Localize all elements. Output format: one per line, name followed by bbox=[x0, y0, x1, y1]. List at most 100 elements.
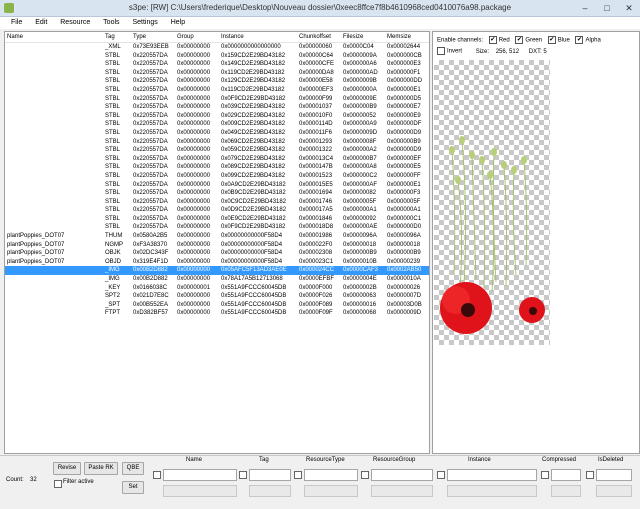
table-row[interactable]: STBL 0x220557DA 0x00000000 0x009CD2E29BD431… bbox=[5, 120, 429, 129]
filter-tag-input[interactable] bbox=[249, 469, 291, 481]
cell-memsize: 0x00000026 bbox=[387, 284, 421, 291]
table-row[interactable]: STBL 0x220557DA 0x00000000 0x069CD2E29BD431… bbox=[5, 138, 429, 147]
cell-type: 0x220557DA bbox=[133, 198, 168, 205]
table-row[interactable]: STBL 0x220557DA 0x00000000 0x0D9CD2E29BD431… bbox=[5, 206, 429, 215]
col-header-filesize[interactable]: Filesize bbox=[341, 32, 385, 42]
filter-isdeleted-input[interactable] bbox=[596, 469, 632, 481]
green-channel-checkbox[interactable]: ✔ bbox=[515, 36, 524, 44]
filter-compressed-value[interactable] bbox=[551, 485, 581, 497]
table-row[interactable]: STBL 0x220557DA 0x00000000 0x059CD2E29BD431… bbox=[5, 146, 429, 155]
image-info-row: Invert Size: 256, 512 DXT: 5 bbox=[437, 47, 547, 55]
cell-type: 0x0580A2B5 bbox=[133, 233, 168, 240]
table-row[interactable]: _XML 0x73E93EEB 0x00000000 0x00000000000000… bbox=[5, 43, 429, 52]
col-header-name[interactable]: Name bbox=[5, 32, 103, 42]
table-row[interactable]: plantPoppies_DOT07 OBJK 0x02DC343F 0x000000… bbox=[5, 249, 429, 258]
col-header-memsize[interactable]: Memsize bbox=[385, 32, 429, 42]
cell-tag: STBL bbox=[105, 207, 121, 214]
filter-type-input[interactable] bbox=[304, 469, 358, 481]
table-row[interactable]: _IMG 0x00B2D882 0x00000000 0x78A17A5B127130… bbox=[5, 275, 429, 284]
table-row[interactable]: FTPT 0xD382BF57 0x00000000 0x551A9FCCC60045… bbox=[5, 309, 429, 318]
cell-instance: 0x0A9CD2E29BD43182 bbox=[221, 181, 286, 188]
table-row[interactable]: STBL 0x220557DA 0x00000000 0x099CD2E29BD431… bbox=[5, 172, 429, 181]
table-row[interactable]: STBL 0x220557DA 0x00000000 0x039CD2E29BD431… bbox=[5, 103, 429, 112]
table-row[interactable]: STBL 0x220557DA 0x00000000 0x049CD2E29BD431… bbox=[5, 129, 429, 138]
table-row[interactable]: STBL 0x220557DA 0x00000000 0x129CD2E29BD431… bbox=[5, 77, 429, 86]
menu-tools[interactable]: Tools bbox=[103, 17, 119, 29]
paste-rk-button[interactable]: Paste RK bbox=[84, 462, 118, 475]
table-row[interactable]: STBL 0x220557DA 0x00000000 0x119CD2E29BD431… bbox=[5, 69, 429, 78]
cell-filesize: 0x00000092 bbox=[343, 215, 377, 222]
filter-compressed-checkbox[interactable] bbox=[541, 471, 549, 479]
table-row[interactable]: STBL 0x220557DA 0x00000000 0x079CD2E29BD431… bbox=[5, 155, 429, 164]
menu-settings[interactable]: Settings bbox=[132, 17, 157, 29]
filter-tag-value[interactable] bbox=[249, 485, 291, 497]
cell-group: 0x00000000 bbox=[177, 95, 211, 102]
table-row[interactable]: STBL 0x220557DA 0x00000000 0x159CD2E29BD431… bbox=[5, 52, 429, 61]
cell-filesize: 0x000000B9 bbox=[343, 104, 377, 111]
table-row[interactable]: plantPoppies_DOT07 NGMP 0xF3A38370 0x000000… bbox=[5, 241, 429, 250]
filter-name-checkbox[interactable] bbox=[153, 471, 161, 479]
qbe-button[interactable]: QBE bbox=[122, 462, 144, 475]
table-row[interactable]: STBL 0x220557DA 0x00000000 0x089CD2E29BD431… bbox=[5, 163, 429, 172]
filter-active-checkbox[interactable] bbox=[54, 480, 62, 488]
filter-instance-value[interactable] bbox=[447, 485, 537, 497]
filter-isdeleted-value[interactable] bbox=[596, 485, 632, 497]
filter-type-checkbox[interactable] bbox=[294, 471, 302, 479]
filter-instance-checkbox[interactable] bbox=[437, 471, 445, 479]
cell-instance: 0x00000000000F58D4 bbox=[221, 233, 283, 240]
table-row[interactable]: _SPT 0x00B552EA 0x00000000 0x551A9FCCC60045… bbox=[5, 301, 429, 310]
filter-group-input[interactable] bbox=[371, 469, 433, 481]
col-header-instance[interactable]: Instance bbox=[219, 32, 297, 42]
red-channel-checkbox[interactable]: ✔ bbox=[488, 36, 497, 44]
menu-help[interactable]: Help bbox=[171, 17, 185, 29]
table-row[interactable]: plantPoppies_DOT07 OBJD 0x319E4F1D 0x000000… bbox=[5, 258, 429, 267]
filter-group-value[interactable] bbox=[371, 485, 433, 497]
blue-channel-checkbox[interactable]: ✔ bbox=[547, 36, 556, 44]
table-row[interactable]: STBL 0x220557DA 0x00000000 0x029CD2E29BD431… bbox=[5, 112, 429, 121]
channel-options: Enable channels: ✔ Red ✔ Green ✔ Blue ✔ Alph… bbox=[437, 36, 601, 44]
maximize-button[interactable]: □ bbox=[596, 0, 618, 16]
set-button[interactable]: Set bbox=[122, 481, 144, 494]
minimize-button[interactable]: – bbox=[574, 0, 596, 16]
cell-tag: OBJD bbox=[105, 258, 122, 265]
revise-button[interactable]: Revise bbox=[53, 462, 81, 475]
table-row[interactable]: _KEY 0x0166038C 0x00000001 0x551A9FCCC60045… bbox=[5, 284, 429, 293]
filter-instance-input[interactable] bbox=[447, 469, 537, 481]
table-row[interactable]: STBL 0x220557DA 0x00000000 0x0F9CD2E29BD431… bbox=[5, 95, 429, 104]
filter-compressed-input[interactable] bbox=[551, 469, 581, 481]
alpha-channel-checkbox[interactable]: ✔ bbox=[575, 36, 584, 44]
table-row[interactable]: _IMG 0x00B2D882 0x00000000 0x05AFC5F13AD3AE… bbox=[5, 266, 429, 276]
table-row[interactable]: STBL 0x220557DA 0x00000000 0x0C9CD2E29BD431… bbox=[5, 198, 429, 207]
col-header-group[interactable]: Group bbox=[175, 32, 219, 42]
menu-resource[interactable]: Resource bbox=[60, 17, 90, 29]
close-button[interactable]: ✕ bbox=[618, 0, 640, 16]
filter-group-checkbox[interactable] bbox=[361, 471, 369, 479]
table-row[interactable]: SPT2 0x021D7E8C 0x00000000 0x551A9FCCC60045… bbox=[5, 292, 429, 301]
table-row[interactable]: STBL 0x220557DA 0x00000000 0x0B9CD2E29BD431… bbox=[5, 189, 429, 198]
col-header-chunkoffset[interactable]: Chunkoffset bbox=[297, 32, 341, 42]
cell-instance: 0x039CD2E29BD43182 bbox=[221, 104, 286, 111]
invert-checkbox[interactable] bbox=[437, 47, 445, 55]
menu-edit[interactable]: Edit bbox=[35, 17, 47, 29]
cell-chunkoffset: 0x000018D8 bbox=[299, 224, 334, 231]
filter-name-value[interactable] bbox=[163, 485, 237, 497]
cell-memsize: 0x00000018 bbox=[387, 241, 421, 248]
table-row[interactable]: plantPoppies_DOT07 THUM 0x0580A2B5 0x000000… bbox=[5, 232, 429, 241]
cell-type: 0x220557DA bbox=[133, 147, 168, 154]
resource-grid[interactable]: Name Tag Type Group Instance Chunkoffset… bbox=[4, 31, 430, 454]
filter-name-input[interactable] bbox=[163, 469, 237, 481]
table-row[interactable]: STBL 0x220557DA 0x00000000 0x0A9CD2E29BD431… bbox=[5, 181, 429, 190]
table-row[interactable]: STBL 0x220557DA 0x00000000 0x0E9CD2E29BD431… bbox=[5, 215, 429, 224]
cell-tag: STBL bbox=[105, 86, 121, 93]
table-row[interactable]: STBL 0x220557DA 0x00000000 0x119CD2E29BD431… bbox=[5, 86, 429, 95]
size-value: 256, 512 bbox=[495, 48, 520, 55]
filter-tag-checkbox[interactable] bbox=[239, 471, 247, 479]
filter-type-value[interactable] bbox=[304, 485, 358, 497]
filter-isdeleted-checkbox[interactable] bbox=[586, 471, 594, 479]
table-row[interactable]: STBL 0x220557DA 0x00000000 0x0F9CD2E29BD431… bbox=[5, 223, 429, 232]
menu-file[interactable]: File bbox=[11, 17, 22, 29]
col-header-type[interactable]: Type bbox=[131, 32, 175, 42]
col-header-tag[interactable]: Tag bbox=[103, 32, 131, 42]
cell-filesize: 0x000000AD bbox=[343, 69, 378, 76]
table-row[interactable]: STBL 0x220557DA 0x00000000 0x149CD2E29BD431… bbox=[5, 60, 429, 69]
